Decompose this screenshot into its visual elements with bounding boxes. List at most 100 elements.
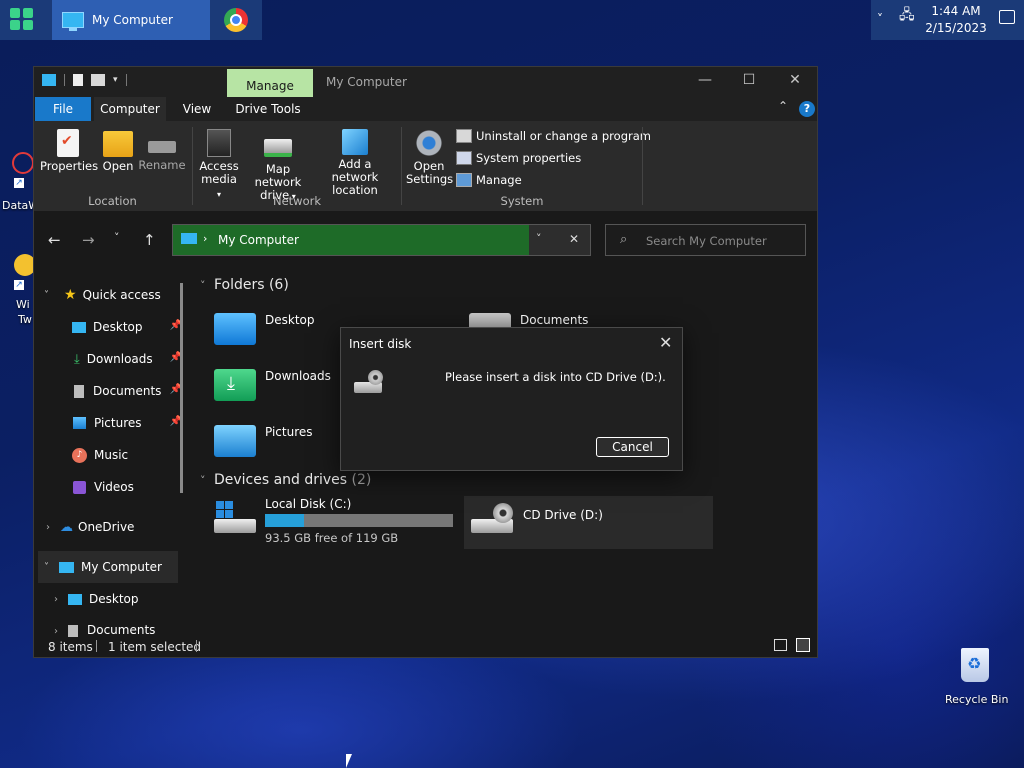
expand-chevron-icon[interactable]: ›	[54, 626, 58, 637]
selected-count: 1 item selected	[108, 640, 202, 654]
clock[interactable]: 1:44 AM 2/15/2023	[921, 3, 991, 37]
videos-icon	[73, 480, 86, 494]
dialog-close-button[interactable]: ✕	[659, 333, 672, 352]
nav-sub-desktop[interactable]: › Desktop	[34, 583, 184, 615]
help-icon[interactable]: ?	[799, 101, 815, 117]
nav-sub-documents[interactable]: › Documents	[34, 615, 184, 637]
status-bar: 8 items 1 item selected	[34, 637, 817, 657]
access-media-button[interactable]: Access media ▾	[198, 129, 240, 201]
customize-dropdown-icon[interactable]: ▾	[113, 75, 118, 85]
expand-chevron-icon[interactable]: ˅	[44, 562, 49, 573]
tab-manage[interactable]: Manage	[227, 69, 313, 97]
properties-button[interactable]: ✔ Properties	[40, 129, 98, 173]
programs-icon	[456, 129, 472, 143]
nav-item-documents[interactable]: Documents 📌	[34, 375, 184, 407]
chevron-up-icon[interactable]: ˅	[877, 12, 883, 26]
collapse-ribbon-icon[interactable]: ⌃	[778, 99, 788, 113]
dialog-title: Insert disk	[349, 337, 412, 351]
folders-group-header[interactable]: ˅ Folders (6)	[200, 277, 289, 293]
group-label-system: System	[500, 194, 544, 208]
desktop-icon-label: Tw	[18, 313, 32, 326]
nav-my-computer[interactable]: ˅ My Computer	[38, 551, 178, 583]
chrome-icon[interactable]	[224, 8, 248, 32]
drive-local-disk-c[interactable]: Local Disk (C:) 93.5 GB free of 119 GB	[214, 497, 464, 549]
window-title: My Computer	[326, 75, 407, 89]
expand-chevron-icon[interactable]: ˅	[44, 290, 54, 301]
system-properties-icon	[456, 151, 472, 165]
network-drive-icon	[264, 139, 292, 157]
computer-icon	[181, 233, 197, 244]
open-button[interactable]: Open	[98, 129, 138, 173]
app-icon	[12, 152, 34, 174]
taskbar-item-my-computer[interactable]: My Computer	[52, 0, 210, 40]
nav-item-desktop[interactable]: Desktop 📌	[34, 311, 184, 343]
close-button[interactable]: ✕	[780, 72, 810, 92]
details-view-icon[interactable]	[774, 639, 787, 651]
date: 2/15/2023	[925, 21, 987, 35]
insert-disk-dialog: Insert disk ✕ Please insert a disk into …	[340, 327, 683, 471]
tab-view[interactable]: View	[172, 97, 222, 121]
rename-button[interactable]: Rename	[138, 129, 186, 172]
properties-icon[interactable]	[73, 74, 83, 86]
address-dropdown-icon[interactable]: ˅	[536, 232, 542, 245]
nav-item-pictures[interactable]: Pictures 📌	[34, 407, 184, 439]
drive-usage-fill	[265, 514, 305, 527]
nav-scrollbar[interactable]	[180, 283, 183, 493]
manage-button[interactable]: Manage	[456, 173, 522, 187]
recycle-bin-icon[interactable]	[955, 642, 995, 686]
pictures-folder-icon	[214, 425, 256, 457]
desktop-icon-label: Wi	[16, 298, 30, 311]
windows-drive-icon	[214, 501, 256, 537]
address-bar[interactable]: › My Computer ˅ ✕	[172, 224, 591, 256]
nav-onedrive[interactable]: › ☁ OneDrive	[34, 511, 184, 543]
shortcut-arrow-icon: ↗	[14, 178, 24, 188]
forward-button[interactable]: →	[82, 231, 95, 249]
drives-group-header[interactable]: ˅ Devices and drives (2)	[200, 472, 371, 488]
collapse-chevron-icon: ˅	[200, 279, 206, 292]
taskbar: My Computer	[0, 0, 262, 40]
tab-computer[interactable]: Computer	[94, 97, 166, 121]
star-icon: ★	[64, 287, 77, 303]
recent-locations-button[interactable]: ˅	[114, 231, 120, 244]
search-input[interactable]: ⌕ Search My Computer	[605, 224, 806, 256]
tiles-view-icon[interactable]	[796, 638, 810, 652]
map-network-drive-button[interactable]: Map network drive ▾	[242, 129, 314, 203]
tab-file[interactable]: File	[35, 97, 91, 121]
nav-item-videos[interactable]: Videos	[34, 471, 184, 503]
system-tray: ˅ 🖧 1:44 AM 2/15/2023	[871, 0, 1024, 40]
cancel-button[interactable]: Cancel	[596, 437, 669, 457]
document-icon	[74, 384, 84, 398]
download-icon: ⤓	[74, 351, 80, 367]
system-properties-button[interactable]: System properties	[456, 151, 581, 165]
desktop-icon	[72, 321, 86, 333]
breadcrumb-chevron-icon[interactable]: ›	[203, 232, 207, 245]
maximize-button[interactable]: ☐	[734, 72, 764, 92]
add-network-location-button[interactable]: Add a network location	[316, 129, 394, 197]
uninstall-program-button[interactable]: Uninstall or change a program	[456, 129, 651, 143]
back-button[interactable]: ←	[48, 231, 61, 249]
folder-icon[interactable]	[91, 74, 105, 86]
up-button[interactable]: ↑	[143, 231, 156, 249]
clear-address-icon[interactable]: ✕	[569, 232, 579, 246]
start-button[interactable]	[10, 8, 36, 32]
network-icon[interactable]: 🖧	[899, 4, 915, 28]
pictures-icon	[73, 417, 86, 429]
minimize-button[interactable]: —	[690, 72, 720, 92]
notification-icon[interactable]	[999, 10, 1015, 24]
tab-drive-tools[interactable]: Drive Tools	[230, 97, 306, 121]
nav-item-downloads[interactable]: ⤓ Downloads 📌	[34, 343, 184, 375]
expand-chevron-icon[interactable]: ›	[54, 594, 58, 605]
group-label-location: Location	[88, 194, 137, 208]
ribbon-tabs: File Computer View Drive Tools ⌃ ?	[34, 97, 817, 121]
open-settings-button[interactable]: Open Settings	[406, 129, 453, 186]
ribbon: ✔ Properties Open Rename Location Access…	[34, 121, 817, 211]
group-label-network: Network	[272, 194, 322, 208]
nav-item-music[interactable]: ♪ Music	[34, 439, 184, 471]
properties-icon: ✔	[57, 129, 79, 157]
expand-chevron-icon[interactable]: ›	[46, 522, 50, 533]
quick-access-toolbar: ▾	[42, 74, 127, 86]
rename-icon	[148, 141, 176, 153]
drive-cd-d[interactable]: CD Drive (D:)	[464, 496, 713, 549]
nav-quick-access[interactable]: ˅ ★ Quick access	[34, 279, 184, 311]
computer-icon	[62, 12, 84, 31]
